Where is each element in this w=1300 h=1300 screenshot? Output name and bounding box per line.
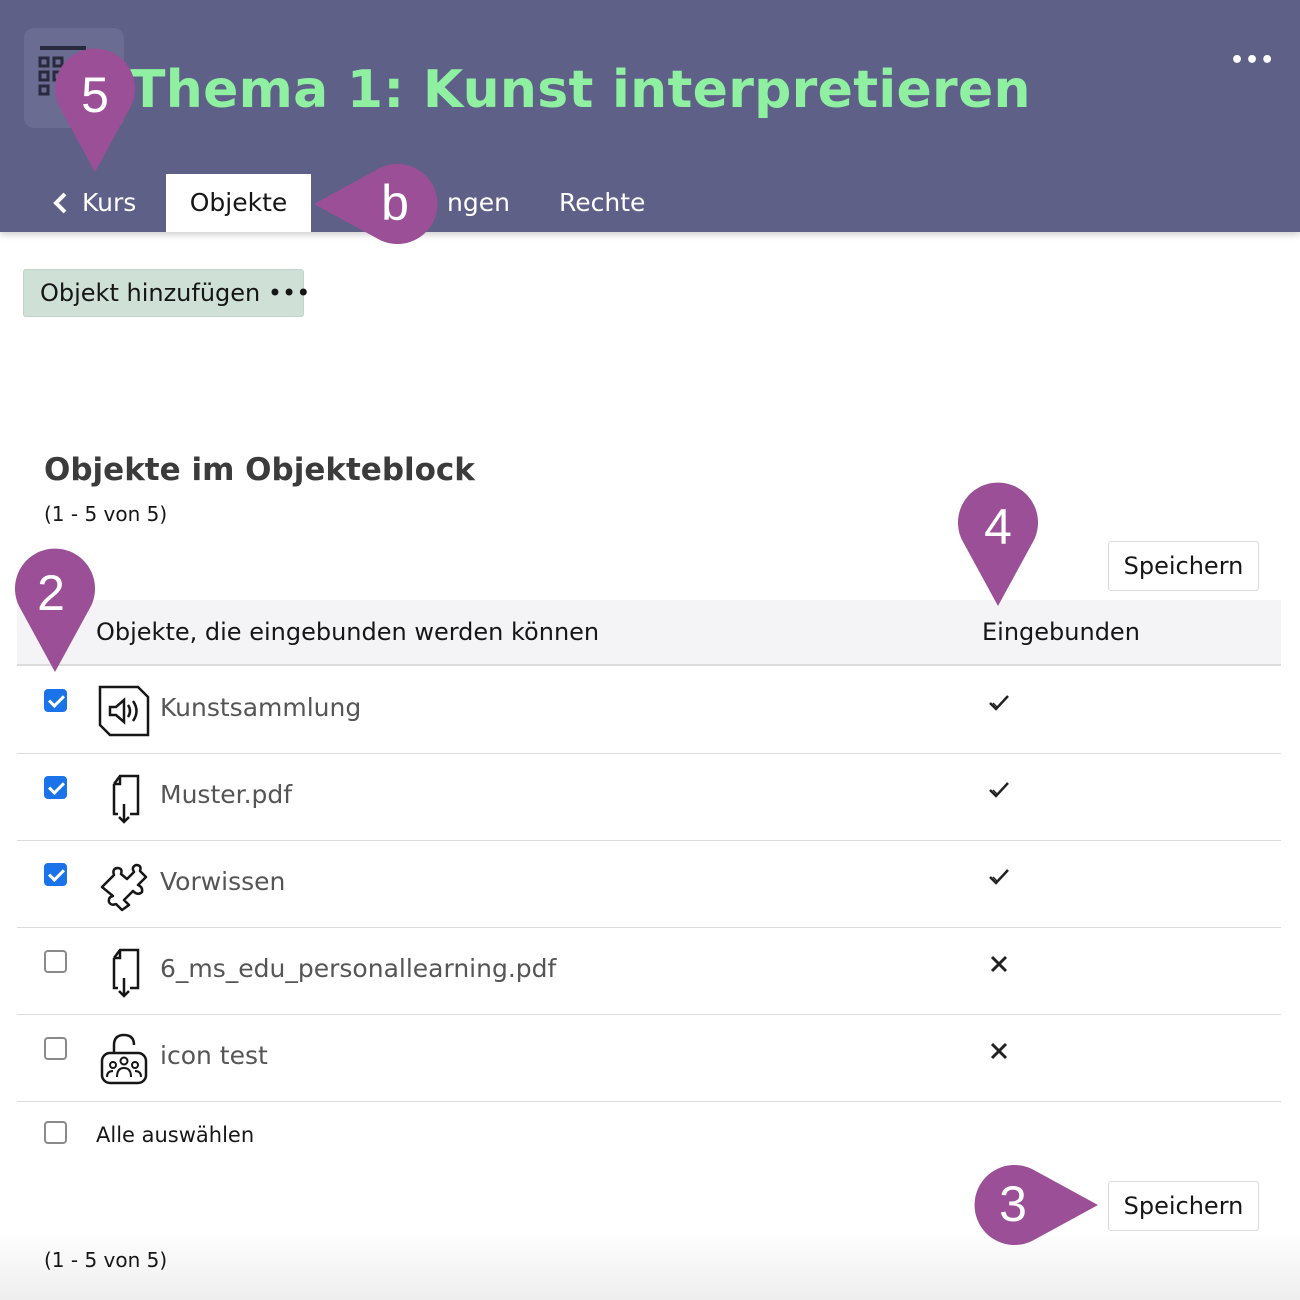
annotation-number: 3 (999, 1176, 1027, 1232)
column-header-objects: Objekte, die eingebunden werden können (96, 618, 600, 646)
cross-icon (990, 955, 1008, 973)
table-row: icon test (17, 1015, 1281, 1102)
check-icon (989, 782, 1009, 798)
check-icon (989, 695, 1009, 711)
puzzle-icon (100, 863, 148, 912)
chevron-left-icon (53, 192, 67, 214)
group-lock-icon (100, 1033, 148, 1085)
row-checkbox[interactable] (44, 689, 67, 712)
select-all-checkbox[interactable] (44, 1121, 67, 1144)
footer-fade (0, 1230, 1300, 1300)
row-checkbox[interactable] (44, 776, 67, 799)
cross-icon (990, 1042, 1008, 1060)
object-link[interactable]: icon test (160, 1041, 268, 1070)
annotation-number: 5 (81, 67, 109, 123)
column-header-embedded[interactable]: Eingebunden (982, 618, 1140, 646)
table-row: Muster.pdf (17, 754, 1281, 841)
annotation-number: 2 (37, 565, 65, 621)
tab-permissions[interactable]: Rechte (532, 174, 672, 232)
table-header: Objekte, die eingebunden werden können E… (17, 600, 1281, 666)
row-checkbox[interactable] (44, 950, 67, 973)
annotation-number: b (381, 175, 409, 231)
object-link[interactable]: Vorwissen (160, 867, 285, 896)
save-button-top[interactable]: Speichern (1108, 541, 1259, 591)
annotation-marker-2: 2 (10, 540, 100, 674)
tab-back-course[interactable]: Kurs (24, 174, 163, 232)
tab-back-label: Kurs (82, 188, 137, 217)
check-icon (989, 869, 1009, 885)
add-object-button[interactable]: Objekt hinzufügen ••• (23, 269, 310, 317)
pagination-range-top: (1 - 5 von 5) (44, 502, 168, 526)
select-all-row: Alle auswählen (17, 1103, 617, 1163)
tab-objects[interactable]: Objekte (166, 174, 311, 232)
row-checkbox[interactable] (44, 1037, 67, 1060)
table-row: Kunstsammlung (17, 667, 1281, 754)
save-button-bottom[interactable]: Speichern (1108, 1181, 1259, 1231)
row-checkbox[interactable] (44, 863, 67, 886)
object-link[interactable]: Kunstsammlung (160, 693, 361, 722)
object-header: Thema 1: Kunst interpretieren ••• Kurs O… (0, 0, 1300, 232)
select-all-label[interactable]: Alle auswählen (96, 1123, 254, 1147)
file-download-icon (112, 948, 140, 998)
pagination-range-bottom: (1 - 5 von 5) (44, 1248, 168, 1272)
block-title: Objekte im Objekteblock (44, 452, 475, 488)
annotation-marker-b: b (312, 160, 446, 248)
table-row: Vorwissen (17, 841, 1281, 928)
annotation-marker-4: 4 (953, 474, 1043, 608)
page-title: Thema 1: Kunst interpretieren (130, 60, 1031, 120)
file-download-icon (112, 774, 140, 824)
annotation-marker-3: 3 (966, 1161, 1100, 1249)
tab-bar: Kurs Objekte ngen Rechte (0, 174, 1300, 232)
object-link[interactable]: 6_ms_edu_personallearning.pdf (160, 954, 556, 983)
object-link[interactable]: Muster.pdf (160, 780, 292, 809)
audio-file-icon (98, 685, 150, 737)
table-row: 6_ms_edu_personallearning.pdf (17, 928, 1281, 1015)
more-actions-icon[interactable]: ••• (1230, 48, 1274, 76)
annotation-marker-5: 5 (50, 40, 140, 180)
annotation-number: 4 (984, 499, 1012, 555)
